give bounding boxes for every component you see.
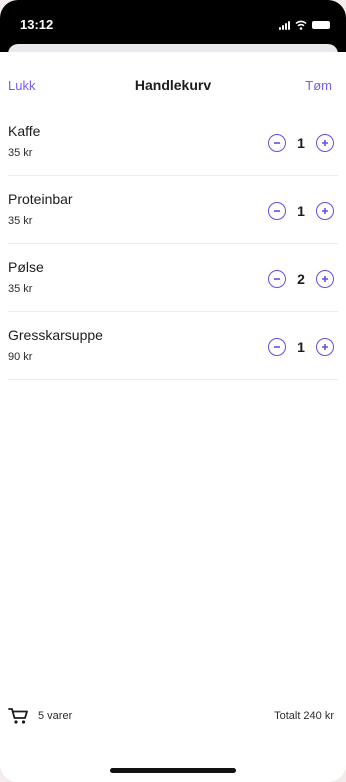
minus-circle-icon <box>274 210 280 212</box>
item-price: 90 kr <box>8 351 33 363</box>
minus-circle-icon <box>274 142 280 144</box>
item-price: 35 kr <box>8 215 33 227</box>
decrease-button[interactable] <box>268 134 286 152</box>
quantity-stepper: 1 <box>268 337 334 357</box>
item-price: 35 kr <box>8 283 33 295</box>
decrease-button[interactable] <box>268 338 286 356</box>
page-title: Handlekurv <box>134 77 212 93</box>
clear-cart-button[interactable]: Tøm <box>305 78 332 93</box>
cart-item: Proteinbar 35 kr 1 <box>8 176 338 244</box>
cart-sheet: Lukk Handlekurv Tøm Kaffe 35 kr 1 Protei… <box>0 52 346 782</box>
increase-button[interactable] <box>316 202 334 220</box>
increase-button[interactable] <box>316 270 334 288</box>
cart-item: Gresskarsuppe 90 kr 1 <box>8 312 338 380</box>
battery-icon <box>312 21 330 29</box>
plus-circle-icon <box>322 208 328 214</box>
item-price: 35 kr <box>8 147 33 159</box>
cart-list: Kaffe 35 kr 1 Proteinbar 35 kr 1 Pølse 3… <box>0 108 346 380</box>
quantity-stepper: 1 <box>268 201 334 221</box>
cart-item: Kaffe 35 kr 1 <box>8 108 338 176</box>
quantity-value: 1 <box>297 203 305 219</box>
plus-circle-icon <box>322 344 328 350</box>
quantity-stepper: 2 <box>268 269 334 289</box>
plus-circle-icon <box>322 140 328 146</box>
item-name: Pølse <box>8 259 44 275</box>
cart-item: Pølse 35 kr 2 <box>8 244 338 312</box>
quantity-stepper: 1 <box>268 133 334 153</box>
decrease-button[interactable] <box>268 270 286 288</box>
increase-button[interactable] <box>316 338 334 356</box>
nav-bar: Lukk Handlekurv Tøm <box>0 70 346 102</box>
cart-icon <box>8 708 28 724</box>
status-time: 13:12 <box>20 17 54 32</box>
signal-icon <box>279 20 290 30</box>
item-name: Proteinbar <box>8 191 73 207</box>
wifi-icon <box>295 20 307 30</box>
quantity-value: 1 <box>297 339 305 355</box>
cart-total: Totalt 240 kr <box>274 710 334 722</box>
quantity-value: 1 <box>297 135 305 151</box>
phone-screen: 13:12 Lukk Handlekurv Tøm Kaffe 35 kr 1 … <box>0 0 346 782</box>
status-icons <box>279 18 330 30</box>
decrease-button[interactable] <box>268 202 286 220</box>
item-name: Gresskarsuppe <box>8 327 103 343</box>
item-count: 5 varer <box>38 710 73 722</box>
plus-circle-icon <box>322 276 328 282</box>
cart-footer: 5 varer Totalt 240 kr <box>0 704 346 730</box>
home-indicator[interactable] <box>110 768 236 773</box>
minus-circle-icon <box>274 346 280 348</box>
minus-circle-icon <box>274 278 280 280</box>
item-name: Kaffe <box>8 123 41 139</box>
quantity-value: 2 <box>297 271 305 287</box>
increase-button[interactable] <box>316 134 334 152</box>
